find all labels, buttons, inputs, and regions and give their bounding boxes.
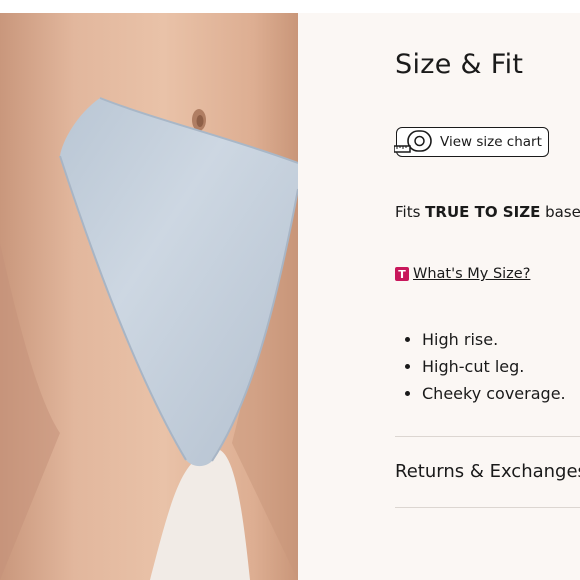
view-size-chart-button[interactable]: View size chart [394,127,549,157]
feature-item: High rise. [422,326,566,353]
product-image [0,13,298,580]
divider [395,507,580,508]
top-strip [0,0,580,13]
section-title: Size & Fit [395,49,524,80]
size-fit-panel: Size & Fit View size chart Fits TRUE TO … [298,13,580,580]
whats-my-size-label[interactable]: What's My Size? [413,266,530,282]
divider [395,436,580,437]
feature-item: Cheeky coverage. [422,380,566,407]
fit-suffix: based [545,203,580,221]
true-fit-badge-icon: T [395,267,409,281]
fit-prefix: Fits [395,203,426,221]
feature-list: High rise. High-cut leg. Cheeky coverage… [395,326,566,407]
tape-measure-icon [394,130,432,153]
returns-exchanges-toggle[interactable]: Returns & Exchanges [395,461,580,482]
fit-emphasis: TRUE TO SIZE [425,203,541,221]
feature-item: High-cut leg. [422,353,566,380]
fit-statement: Fits TRUE TO SIZE based [395,203,580,221]
whats-my-size-link[interactable]: T What's My Size? [395,266,530,282]
view-size-chart-label: View size chart [440,134,542,150]
